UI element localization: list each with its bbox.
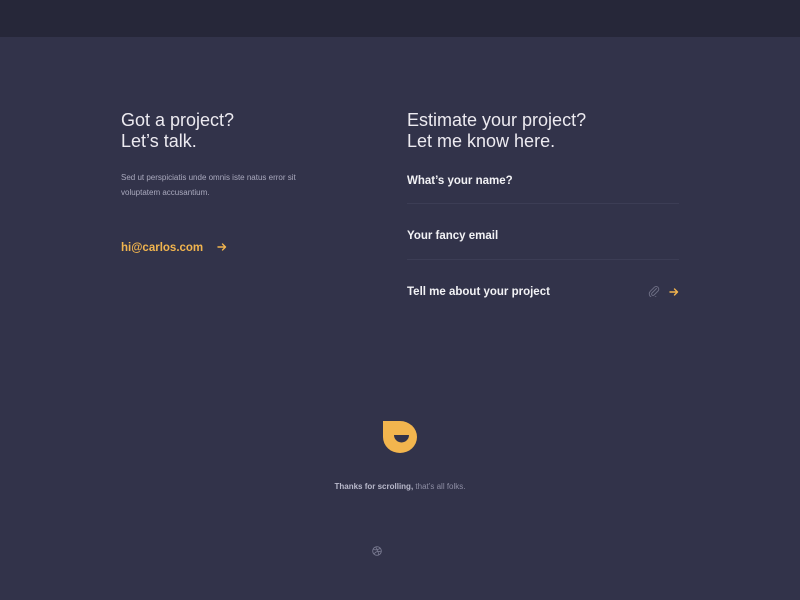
project-field-row bbox=[407, 282, 679, 302]
estimate-headline: Estimate your project? Let me know here. bbox=[407, 110, 679, 152]
top-bar bbox=[0, 0, 800, 37]
logo-icon bbox=[383, 421, 417, 453]
email-input[interactable] bbox=[407, 230, 679, 242]
estimate-headline-line2: Let me know here. bbox=[407, 131, 556, 151]
footer-note-bold: Thanks for scrolling, bbox=[334, 482, 414, 491]
email-link-text: hi@carlos.com bbox=[121, 242, 204, 254]
footer-note-rest: that’s all folks. bbox=[413, 482, 466, 491]
contact-intro: Sed ut perspiciatis unde omnis iste natu… bbox=[121, 173, 296, 197]
contact-headline: Got a project? Let’s talk. bbox=[121, 110, 361, 152]
email-link[interactable]: hi@carlos.com bbox=[121, 239, 227, 257]
estimate-headline-line1: Estimate your project? bbox=[407, 110, 587, 130]
name-input[interactable] bbox=[407, 175, 679, 187]
project-input[interactable] bbox=[407, 286, 637, 298]
contact-section: Got a project? Let’s talk. Sed ut perspi… bbox=[121, 110, 361, 200]
footer-note: Thanks for scrolling, that’s all folks. bbox=[0, 482, 800, 491]
dribbble-icon[interactable] bbox=[372, 543, 382, 556]
contact-headline-line1: Got a project? bbox=[121, 110, 235, 130]
email-field-row bbox=[407, 226, 679, 260]
contact-headline-line2: Let’s talk. bbox=[121, 131, 197, 151]
arrow-right-icon bbox=[217, 239, 227, 257]
estimate-section: Estimate your project? Let me know here. bbox=[407, 110, 679, 152]
paperclip-icon[interactable] bbox=[648, 284, 660, 302]
submit-arrow-icon[interactable] bbox=[669, 284, 679, 302]
name-field-row bbox=[407, 171, 679, 204]
